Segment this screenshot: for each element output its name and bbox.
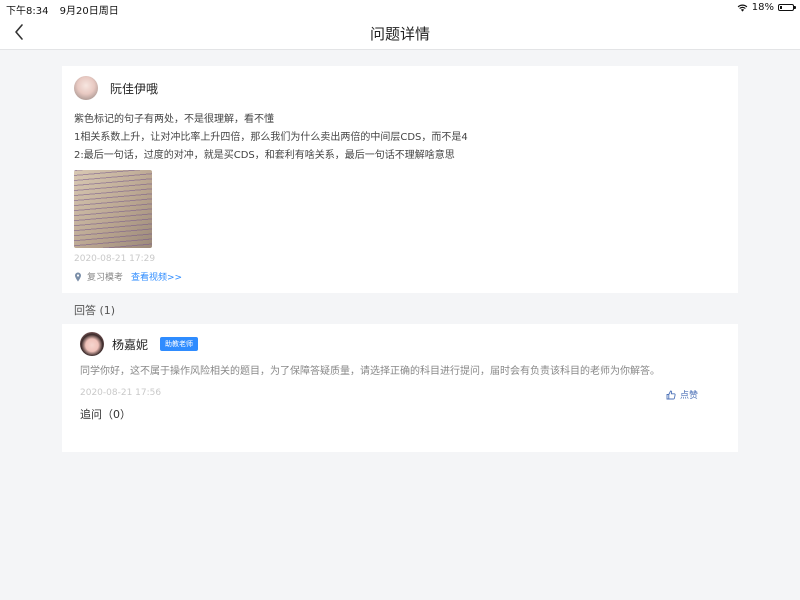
view-video-link[interactable]: 查看视频>> (131, 270, 182, 283)
wifi-icon (737, 4, 748, 12)
question-time: 2020-08-21 17:29 (74, 254, 156, 264)
answer-time: 2020-08-21 17:56 (80, 388, 162, 398)
status-right: 18% (737, 2, 796, 13)
answers-header: 回答 (1) (74, 304, 116, 317)
question-text-line-3: 2:最后一句话，过度的对冲，就是买CDS，和套利有啥关系，最后一句话不理解啥意思 (74, 150, 455, 161)
question-tag: 复习模考 (87, 273, 124, 283)
answer-header: 杨嘉妮 助教老师 (80, 332, 199, 356)
question-text-line-1: 紫色标记的句子有两处，不是很理解，看不懂 (74, 114, 274, 125)
question-card: 阮佳伊哦 紫色标记的句子有两处，不是很理解，看不懂 1相关系数上升，让对冲比率上… (62, 66, 738, 293)
question-header: 阮佳伊哦 (74, 76, 158, 100)
battery-percent: 18% (751, 2, 774, 13)
question-author: 阮佳伊哦 (110, 81, 159, 96)
question-text-line-2: 1相关系数上升，让对冲比率上升四倍，那么我们为什么卖出两倍的中间层CDS，而不是… (74, 132, 468, 143)
teacher-badge: 助教老师 (160, 337, 199, 351)
thumbs-up-icon (666, 390, 676, 399)
status-bar: 下午8:34 9月20日周日 18% (0, 0, 800, 17)
battery-fill (780, 6, 782, 9)
answer-text: 同学你好，这不属于操作风险相关的题目，为了保障答疑质量，请选择正确的科目进行提问… (80, 366, 660, 377)
question-image-thumbnail[interactable] (74, 170, 152, 248)
status-left: 下午8:34 9月20日周日 (6, 2, 127, 17)
location-pin-icon (75, 272, 81, 281)
question-meta: 复习模考 查看视频>> (74, 270, 182, 283)
avatar[interactable] (80, 332, 104, 356)
like-button[interactable]: 点赞 (666, 388, 698, 401)
avatar[interactable] (74, 76, 98, 100)
answer-card: 杨嘉妮 助教老师 同学你好，这不属于操作风险相关的题目，为了保障答疑质量，请选择… (62, 324, 738, 452)
battery-icon (778, 4, 796, 11)
page-title: 问题详情 (369, 25, 430, 43)
nav-bar: 问题详情 (0, 16, 800, 50)
answer-author: 杨嘉妮 (112, 337, 149, 352)
followup-button[interactable]: 追问（0） (80, 406, 131, 422)
like-label: 点赞 (680, 391, 699, 401)
